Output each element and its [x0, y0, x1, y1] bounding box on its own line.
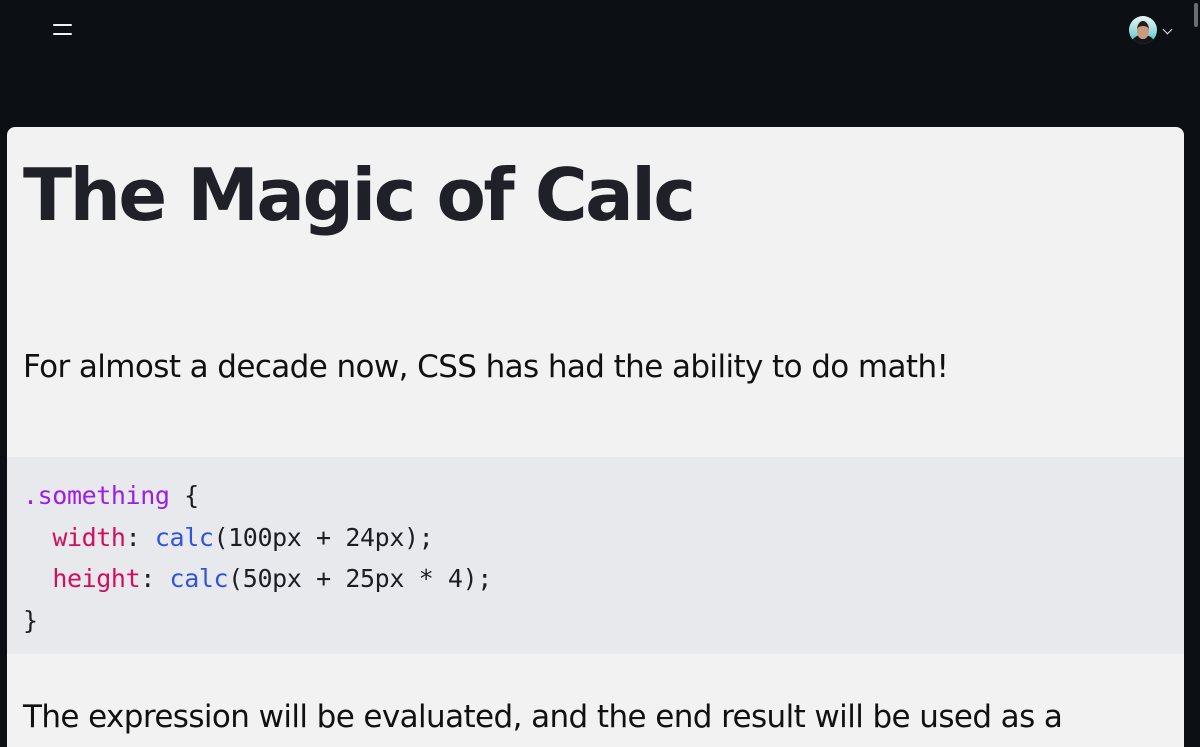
avatar	[1129, 16, 1157, 44]
code-colon: :	[125, 522, 155, 552]
code-selector: .something	[23, 481, 170, 510]
code-block: .something { width: calc(100px + 24px); …	[7, 457, 1184, 654]
code-args: (100px + 24px);	[213, 522, 434, 552]
top-navigation-bar	[0, 0, 1200, 128]
user-menu-button[interactable]	[1127, 16, 1177, 46]
code-brace-open: {	[169, 481, 199, 510]
scrollbar-thumb[interactable]	[1194, 3, 1198, 27]
code-function: calc	[154, 522, 214, 552]
code-property: width	[52, 522, 126, 552]
intro-paragraph: For almost a decade now, CSS has had the…	[23, 349, 949, 385]
code-line: width: calc(100px + 24px);	[23, 523, 433, 552]
code-content: .something { width: calc(100px + 24px); …	[23, 475, 492, 641]
body-paragraph: The expression will be evaluated, and th…	[23, 699, 1063, 735]
code-line: }	[23, 606, 38, 635]
code-function: calc	[169, 564, 229, 593]
code-line: height: calc(50px + 25px * 4);	[23, 564, 492, 593]
code-brace-close: }	[23, 605, 38, 635]
code-colon: :	[140, 564, 170, 593]
article-card: The Magic of Calc For almost a decade no…	[7, 127, 1184, 747]
page-scrollbar[interactable]	[1192, 0, 1200, 719]
chevron-down-icon	[1162, 24, 1173, 35]
menu-button[interactable]	[50, 20, 76, 42]
code-property: height	[52, 564, 141, 593]
code-line: .something {	[23, 481, 199, 510]
page-title: The Magic of Calc	[23, 153, 696, 237]
code-args: (50px + 25px * 4);	[228, 564, 492, 593]
